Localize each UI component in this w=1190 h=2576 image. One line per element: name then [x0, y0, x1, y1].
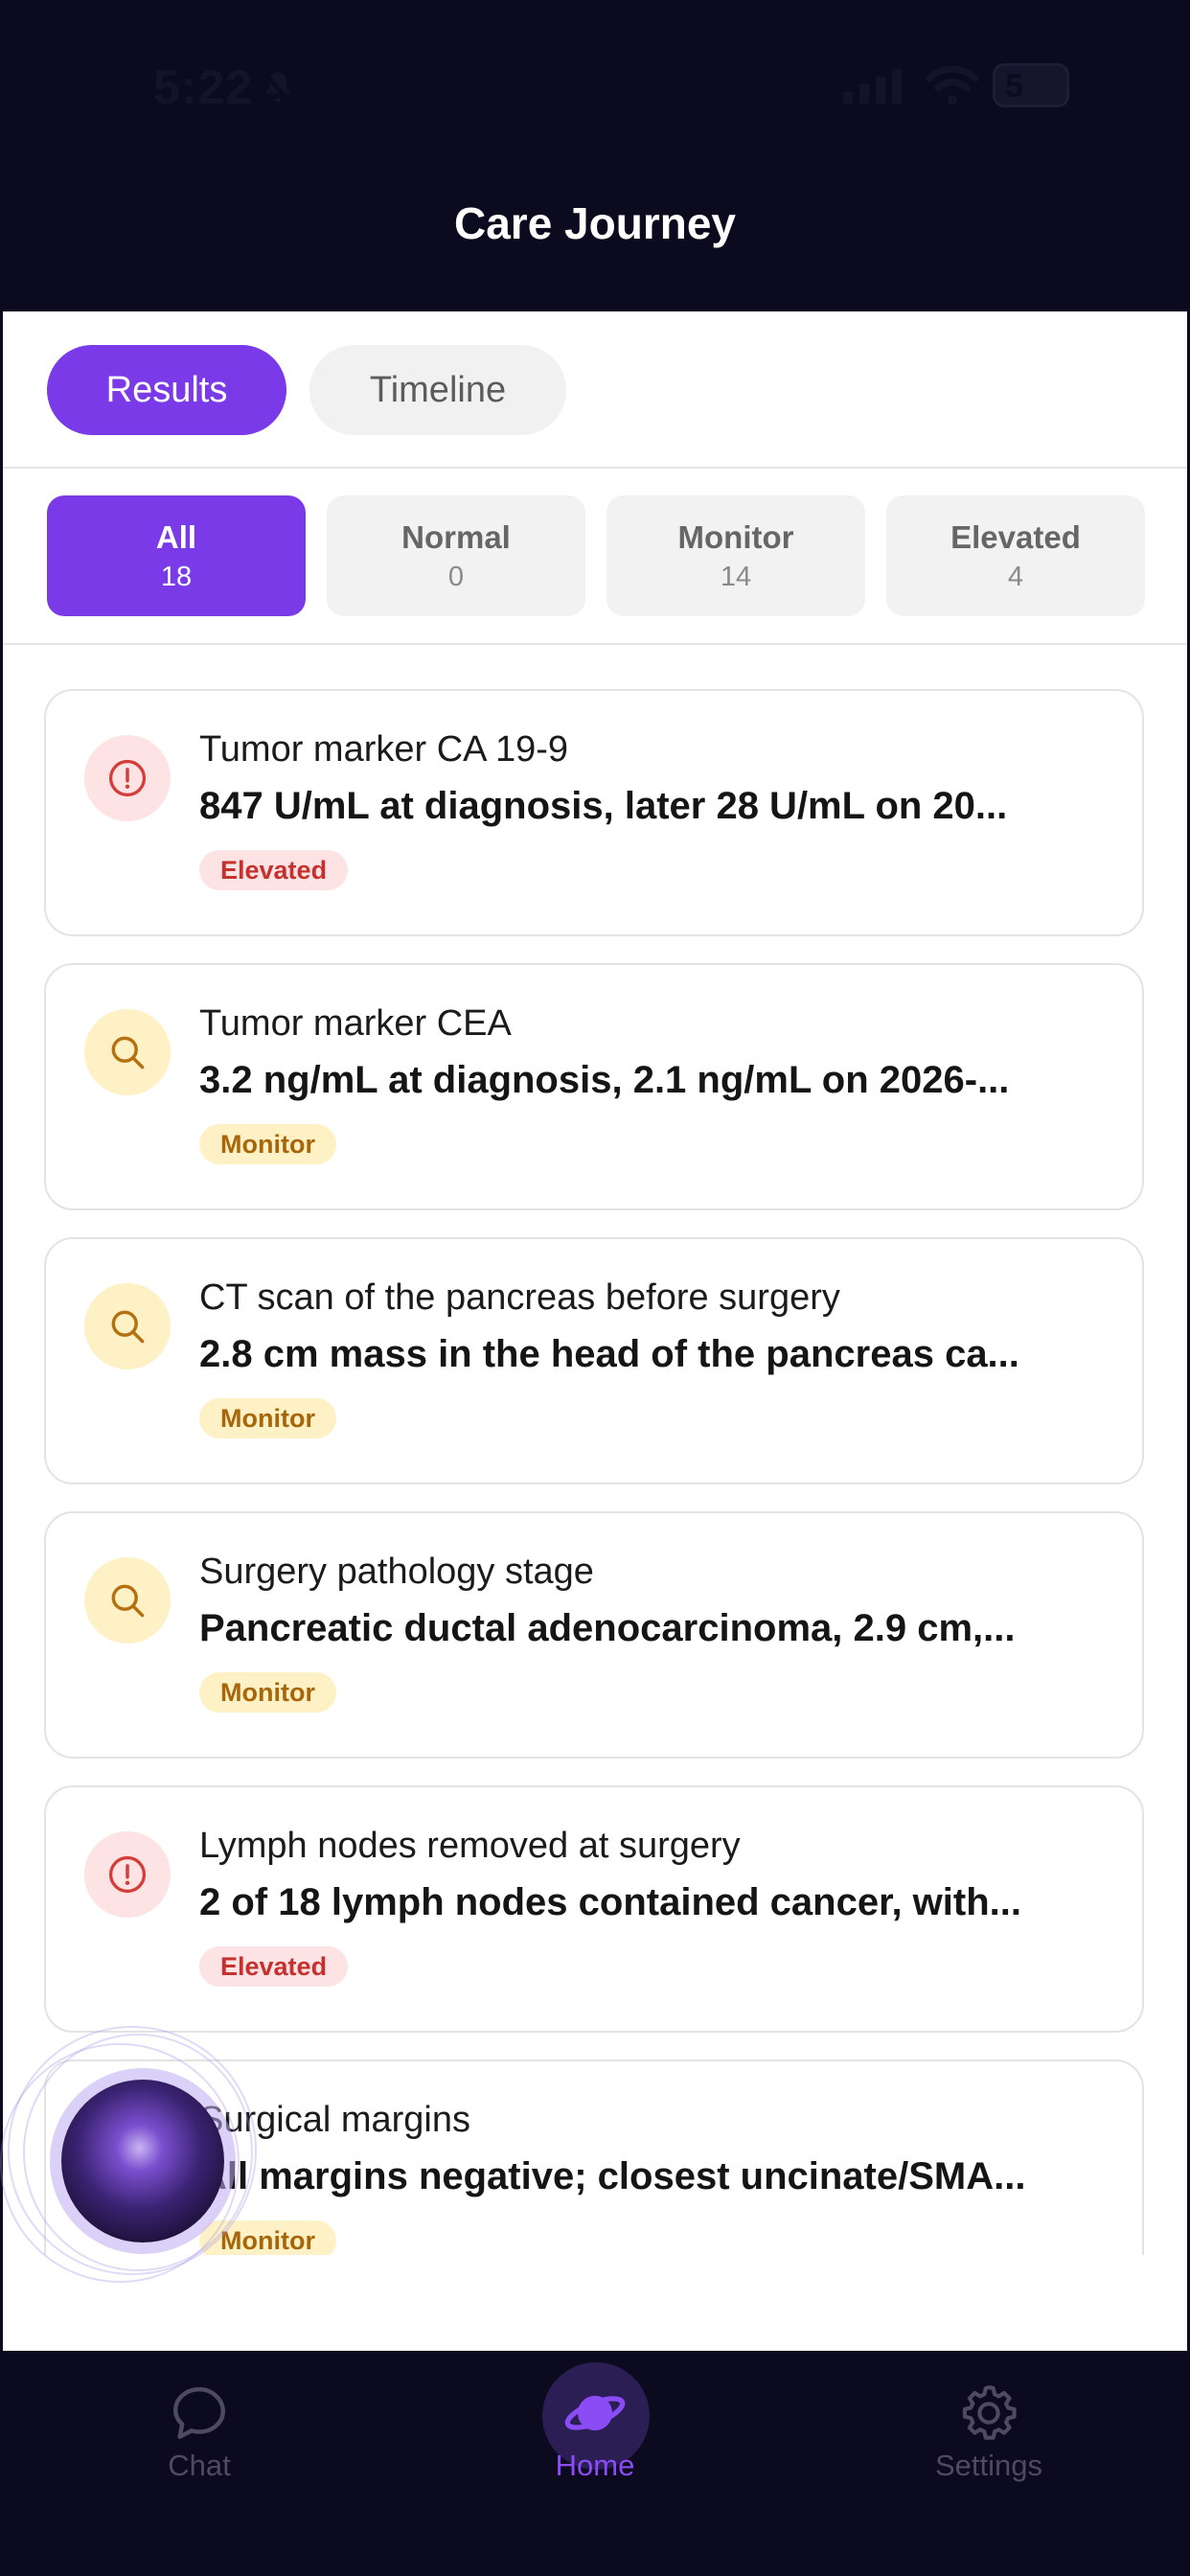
result-title: CT scan of the pancreas before surgery	[199, 1277, 840, 1318]
filter-monitor[interactable]: Monitor 14	[606, 495, 865, 616]
tab-timeline[interactable]: Timeline	[309, 345, 566, 435]
result-value: 847 U/mL at diagnosis, later 28 U/mL on …	[199, 785, 1008, 827]
gear-icon	[962, 2385, 1017, 2440]
status-badge: Elevated	[199, 850, 349, 890]
filter-count: 18	[160, 561, 193, 592]
divider	[3, 643, 1187, 645]
search-icon	[111, 1036, 145, 1070]
filter-all[interactable]: All 18	[47, 495, 306, 616]
tab-label: Settings	[934, 2449, 1042, 2482]
wifi-icon	[926, 65, 979, 104]
app-header: 5:22 5 Care Journey	[0, 0, 1190, 311]
alert-circle-icon	[108, 759, 147, 797]
result-title: Tumor marker CEA	[199, 1003, 512, 1044]
filter-label: Normal	[401, 518, 511, 555]
filter-label: All	[155, 518, 197, 555]
chat-bubble-icon	[173, 2387, 225, 2439]
planet-icon	[564, 2395, 626, 2431]
result-title: Lymph nodes removed at surgery	[199, 1826, 741, 1866]
result-value: 3.2 ng/mL at diagnosis, 2.1 ng/mL on 202…	[199, 1059, 1010, 1101]
status-badge: Monitor	[199, 1124, 336, 1164]
result-card[interactable]: Lymph nodes removed at surgery 2 of 18 l…	[44, 1785, 1144, 2033]
result-status-icon	[84, 1831, 171, 1918]
battery-level: 5	[1005, 68, 1023, 104]
page-title: Care Journey	[453, 198, 736, 248]
tab-label: Chat	[168, 2449, 231, 2482]
search-icon	[111, 1310, 145, 1344]
result-status-icon	[84, 1557, 171, 1644]
result-title: Surgical margins	[199, 2100, 470, 2140]
result-value: Pancreatic ductal adenocarcinoma, 2.9 cm…	[199, 1607, 1016, 1649]
result-value: 2.8 cm mass in the head of the pancreas …	[199, 1333, 1019, 1375]
filter-label: Monitor	[677, 518, 794, 555]
tab-settings[interactable]: Settings	[893, 2380, 1085, 2495]
result-status-icon	[84, 1283, 171, 1369]
cellular-signal-icon	[843, 69, 902, 104]
tab-chat[interactable]: Chat	[103, 2380, 295, 2495]
status-time: 5:22	[153, 60, 254, 114]
filter-count: 14	[720, 561, 752, 592]
tab-label: Home	[555, 2449, 635, 2482]
filter-elevated[interactable]: Elevated 4	[886, 495, 1145, 616]
result-card[interactable]: CT scan of the pancreas before surgery 2…	[44, 1237, 1144, 1484]
status-filters: All 18 Normal 0 Monitor 14 Elevated 4	[47, 495, 1147, 616]
status-badge: Elevated	[199, 1946, 349, 1987]
battery-icon: 5	[993, 63, 1069, 107]
bell-off-icon	[262, 70, 294, 106]
status-badge: Monitor	[199, 1398, 336, 1438]
filter-normal[interactable]: Normal 0	[327, 495, 585, 616]
alert-circle-icon	[108, 1855, 147, 1894]
result-status-icon	[84, 735, 171, 821]
result-status-icon	[84, 1009, 171, 1095]
search-icon	[111, 1584, 145, 1618]
result-card[interactable]: Tumor marker CEA 3.2 ng/mL at diagnosis,…	[44, 963, 1144, 1210]
status-badge: Monitor	[199, 1672, 336, 1713]
tab-results[interactable]: Results	[47, 345, 286, 435]
tab-home[interactable]: Home	[499, 2380, 691, 2495]
filter-count: 0	[447, 561, 465, 592]
bottom-tab-bar: Chat Home Settings	[0, 2351, 1190, 2576]
result-title: Tumor marker CA 19-9	[199, 729, 569, 770]
result-title: Surgery pathology stage	[199, 1552, 594, 1592]
result-value: 2 of 18 lymph nodes contained cancer, wi…	[199, 1881, 1021, 1923]
filter-label: Elevated	[950, 518, 1081, 555]
orb-icon	[61, 2080, 224, 2242]
result-card[interactable]: Tumor marker CA 19-9 847 U/mL at diagnos…	[44, 689, 1144, 936]
result-card[interactable]: Surgery pathology stage Pancreatic ducta…	[44, 1511, 1144, 1759]
result-value: All margins negative; closest uncinate/S…	[199, 2155, 1026, 2197]
divider	[3, 467, 1187, 469]
filter-count: 4	[1007, 561, 1024, 592]
assistant-orb-button[interactable]	[0, 2022, 259, 2283]
results-list-cards: Tumor marker CA 19-9 847 U/mL at diagnos…	[44, 689, 1144, 2255]
